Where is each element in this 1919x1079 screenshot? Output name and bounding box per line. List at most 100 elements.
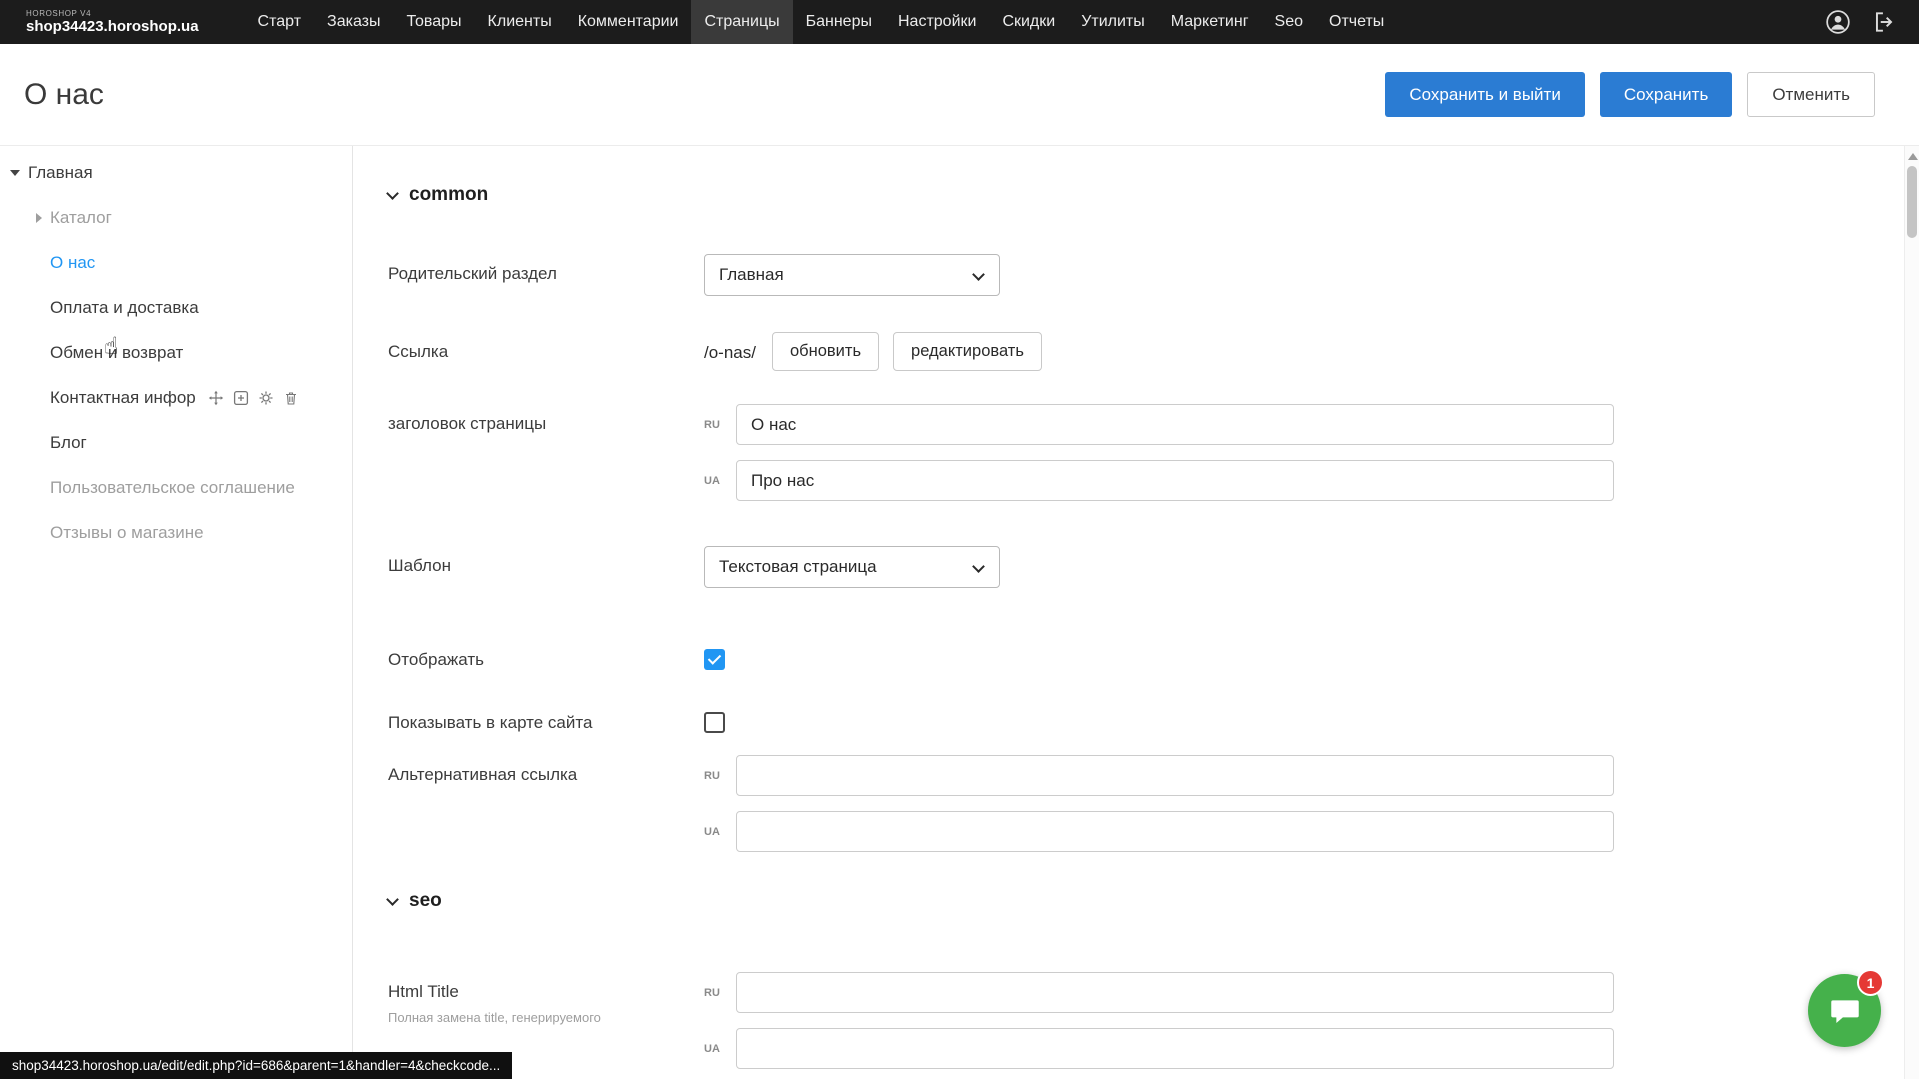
alt-link-ua-input[interactable] — [736, 811, 1614, 852]
field-label: Отображать — [388, 640, 704, 670]
tree-item-label: О нас — [50, 253, 95, 273]
tree-item-label: Каталог — [50, 208, 112, 228]
tree-item-label: Контактная инфор — [50, 388, 196, 408]
sidebar-item-polzovatelskoe-soglashenie[interactable]: Пользовательское соглашение — [0, 465, 352, 510]
status-url-bar: shop34423.horoshop.ua/edit/edit.php?id=6… — [0, 1052, 512, 1079]
page-title: О нас — [0, 78, 104, 112]
field-label: Шаблон — [388, 546, 704, 576]
field-hint: Полная замена title, генерируемого — [388, 1010, 673, 1026]
field-label: Родительский раздел — [388, 254, 704, 284]
lang-row-ru: RU — [704, 972, 1614, 1013]
lang-row-ru: RU — [704, 404, 1614, 445]
status-url-text: shop34423.horoshop.ua/edit/edit.php?id=6… — [12, 1058, 500, 1073]
chevron-down-icon[interactable] — [10, 170, 20, 176]
select-value: Текстовая страница — [719, 557, 877, 577]
field-label: заголовок страницы — [388, 404, 704, 434]
field-template: Шаблон Текстовая страница — [388, 546, 1919, 588]
menu-item-settings[interactable]: Настройки — [885, 0, 989, 44]
field-label: Html Title — [388, 982, 704, 1002]
sidebar-item-otzyvy-o-magazine[interactable]: Отзывы о магазине — [0, 510, 352, 555]
template-select[interactable]: Текстовая страница — [704, 546, 1000, 588]
sidebar-item-glavnaya[interactable]: Главная — [0, 150, 352, 195]
logout-icon[interactable] — [1871, 9, 1897, 35]
brand[interactable]: HOROSHOP V4 shop34423.horoshop.ua — [0, 9, 245, 35]
page-title-ru-input[interactable] — [736, 404, 1614, 445]
tree-item-label: Обмен и возврат — [50, 343, 183, 363]
lang-inputs: RU UA — [704, 404, 1614, 501]
sidebar-item-o-nas[interactable]: О нас — [0, 240, 352, 285]
field-parent-section: Родительский раздел Главная — [388, 254, 1919, 296]
settings-gear-icon[interactable] — [258, 390, 274, 406]
menu-item-orders[interactable]: Заказы — [314, 0, 393, 44]
sidebar-item-oplata-i-dostavka[interactable]: Оплата и доставка — [0, 285, 352, 330]
lang-inputs: RU UA — [704, 755, 1614, 852]
topbar: HOROSHOP V4 shop34423.horoshop.ua Старт … — [0, 0, 1919, 44]
menu-item-start[interactable]: Старт — [245, 0, 314, 44]
sidebar-item-blog[interactable]: Блог — [0, 420, 352, 465]
chevron-right-icon[interactable] — [36, 213, 42, 223]
menu-item-products[interactable]: Товары — [394, 0, 475, 44]
vertical-scrollbar[interactable] — [1904, 146, 1919, 1079]
section-seo-header[interactable]: seo — [388, 890, 1919, 912]
chevron-down-icon — [972, 268, 985, 281]
add-page-icon[interactable] — [233, 390, 249, 406]
menu-item-marketing[interactable]: Маркетинг — [1158, 0, 1262, 44]
field-html-title: Html Title Полная замена title, генериру… — [388, 972, 1919, 1069]
topbar-icons — [1825, 9, 1919, 35]
page-title-ua-input[interactable] — [736, 460, 1614, 501]
collapse-chevron-icon — [386, 893, 399, 906]
save-and-exit-button[interactable]: Сохранить и выйти — [1385, 72, 1584, 117]
header-buttons: Сохранить и выйти Сохранить Отменить — [1385, 72, 1919, 117]
lang-row-ua: UA — [704, 811, 1614, 852]
menu-item-pages[interactable]: Страницы — [691, 0, 792, 44]
tree-item-label: Пользовательское соглашение — [50, 478, 295, 498]
sidebar-item-kontaktnaya-infor[interactable]: Контактная инфор — [0, 375, 352, 420]
lang-badge-ru: RU — [704, 770, 736, 782]
field-label: Ссылка — [388, 332, 704, 362]
menu-item-comments[interactable]: Комментарии — [565, 0, 692, 44]
field-alt-link: Альтернативная ссылка RU UA — [388, 755, 1919, 852]
menu-item-discounts[interactable]: Скидки — [989, 0, 1068, 44]
display-checkbox[interactable] — [704, 649, 725, 670]
section-title: seo — [409, 890, 442, 912]
menu-item-reports[interactable]: Отчеты — [1316, 0, 1397, 44]
menu-item-clients[interactable]: Клиенты — [475, 0, 565, 44]
lang-row-ru: RU — [704, 755, 1614, 796]
field-link: Ссылка /o-nas/ обновить редактировать — [388, 332, 1919, 371]
scroll-up-arrow-icon[interactable] — [1908, 153, 1918, 160]
save-button[interactable]: Сохранить — [1600, 72, 1732, 117]
user-account-icon[interactable] — [1825, 9, 1851, 35]
refresh-link-button[interactable]: обновить — [772, 332, 879, 371]
lang-badge-ua: UA — [704, 826, 736, 838]
chat-widget-button[interactable]: 1 — [1808, 974, 1881, 1047]
link-path: /o-nas/ — [704, 341, 756, 363]
chat-unread-badge: 1 — [1857, 969, 1884, 996]
menu-item-utilities[interactable]: Утилиты — [1068, 0, 1158, 44]
sidebar-item-katalog[interactable]: Каталог — [0, 195, 352, 240]
tree-item-actions — [208, 390, 299, 406]
menu-item-seo[interactable]: Seo — [1262, 0, 1316, 44]
edit-link-button[interactable]: редактировать — [893, 332, 1042, 371]
tree-item-label: Оплата и доставка — [50, 298, 199, 318]
section-common-header[interactable]: common — [388, 184, 1919, 206]
field-label: Альтернативная ссылка — [388, 755, 704, 785]
lang-badge-ua: UA — [704, 1043, 736, 1055]
brand-version: HOROSHOP V4 — [26, 9, 199, 18]
html-title-ru-input[interactable] — [736, 972, 1614, 1013]
menu-item-banners[interactable]: Баннеры — [793, 0, 885, 44]
scrollbar-thumb[interactable] — [1907, 166, 1917, 238]
field-page-title: заголовок страницы RU UA — [388, 404, 1919, 501]
cancel-button[interactable]: Отменить — [1747, 72, 1875, 117]
parent-section-select[interactable]: Главная — [704, 254, 1000, 296]
tree-item-label: Блог — [50, 433, 87, 453]
page-header: О нас Сохранить и выйти Сохранить Отмени… — [0, 44, 1919, 145]
sitemap-checkbox[interactable] — [704, 712, 725, 733]
delete-trash-icon[interactable] — [283, 390, 299, 406]
brand-domain: shop34423.horoshop.ua — [26, 18, 199, 35]
lang-badge-ru: RU — [704, 987, 736, 999]
move-icon[interactable] — [208, 390, 224, 406]
html-title-ua-input[interactable] — [736, 1028, 1614, 1069]
section-title: common — [409, 184, 488, 206]
alt-link-ru-input[interactable] — [736, 755, 1614, 796]
sidebar-item-obmen-i-vozvrat[interactable]: Обмен и возврат — [0, 330, 352, 375]
